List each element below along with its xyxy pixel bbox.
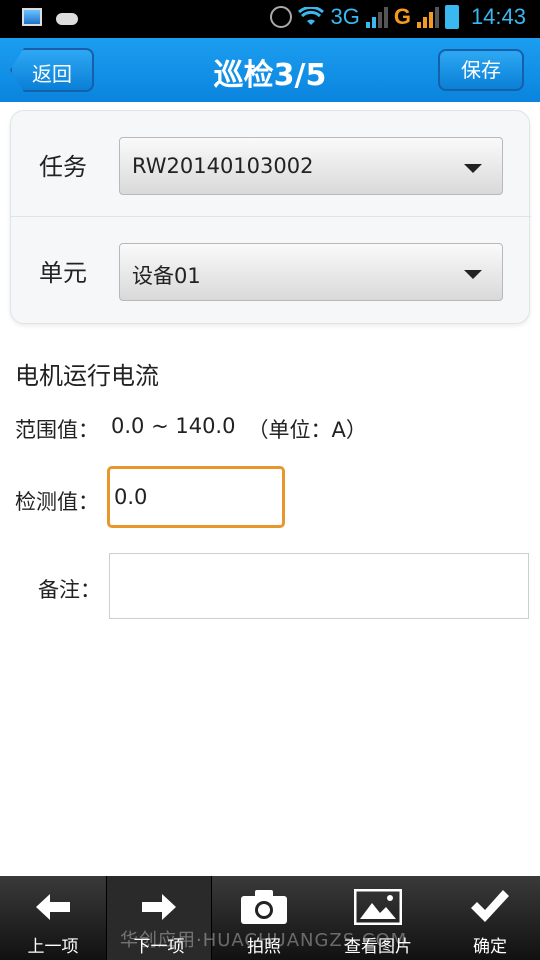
- task-label: 任务: [39, 153, 87, 181]
- confirm-button[interactable]: 确定: [440, 876, 540, 960]
- confirm-label: 确定: [473, 937, 507, 957]
- signal-2-icon: [416, 6, 439, 28]
- view-images-button[interactable]: 查看图片: [316, 876, 440, 960]
- range-label: 范围值：: [15, 418, 99, 442]
- status-bar: 3G G 14:43: [0, 0, 540, 38]
- signal-1-icon: [365, 6, 388, 28]
- network-type-3g: 3G: [330, 4, 360, 29]
- take-photo-button[interactable]: 拍照: [212, 876, 316, 960]
- task-dropdown-value: RW20140103002: [132, 154, 314, 178]
- previous-item-button[interactable]: 上一项: [0, 876, 106, 960]
- selector-card: 任务 RW20140103002 单元 设备01: [10, 110, 531, 324]
- unit-row: 单元 设备01: [11, 217, 531, 321]
- checkmark-icon: [471, 890, 509, 922]
- arrow-left-icon: [36, 894, 70, 920]
- view-images-label: 查看图片: [344, 937, 412, 957]
- inspection-item-title: 电机运行电流: [15, 362, 159, 390]
- unit-text: （单位：A）: [247, 418, 367, 442]
- unit-dropdown[interactable]: 设备01: [119, 243, 503, 301]
- next-item-label: 下一项: [133, 937, 185, 957]
- alarm-icon: [270, 6, 293, 28]
- note-label: 备注：: [38, 578, 101, 602]
- task-dropdown[interactable]: RW20140103002: [119, 137, 503, 195]
- title-bar: 返回 巡检3/5 保存: [0, 38, 540, 102]
- arrow-right-icon: [142, 894, 176, 920]
- battery-icon: [444, 5, 459, 29]
- measured-value-label: 检测值：: [15, 490, 99, 514]
- measured-value-input[interactable]: [107, 466, 285, 528]
- unit-label: 单元: [39, 259, 87, 287]
- wifi-icon: [298, 7, 325, 27]
- task-row: 任务 RW20140103002: [11, 111, 531, 215]
- bottom-toolbar: 上一项 下一项 拍照 查看图片 确定: [0, 876, 540, 960]
- take-photo-label: 拍照: [247, 937, 281, 957]
- network-type-g: G: [393, 4, 411, 29]
- dropdown-arrow-icon: [464, 164, 482, 173]
- gallery-notification-icon: [22, 8, 42, 26]
- previous-item-label: 上一项: [27, 937, 79, 957]
- cloud-icon: [56, 13, 78, 25]
- dropdown-arrow-icon: [464, 270, 482, 279]
- range-value: 0.0 ~ 140.0: [111, 414, 236, 438]
- clock: 14:43: [470, 4, 526, 29]
- camera-icon: [241, 890, 287, 924]
- next-item-button[interactable]: 下一项: [106, 876, 212, 960]
- range-row: 范围值： 0.0 ~ 140.0 （单位：A）: [15, 414, 367, 444]
- image-icon: [354, 889, 402, 925]
- note-input[interactable]: [109, 553, 529, 619]
- unit-dropdown-value: 设备01: [132, 264, 201, 288]
- save-button[interactable]: 保存: [438, 49, 524, 91]
